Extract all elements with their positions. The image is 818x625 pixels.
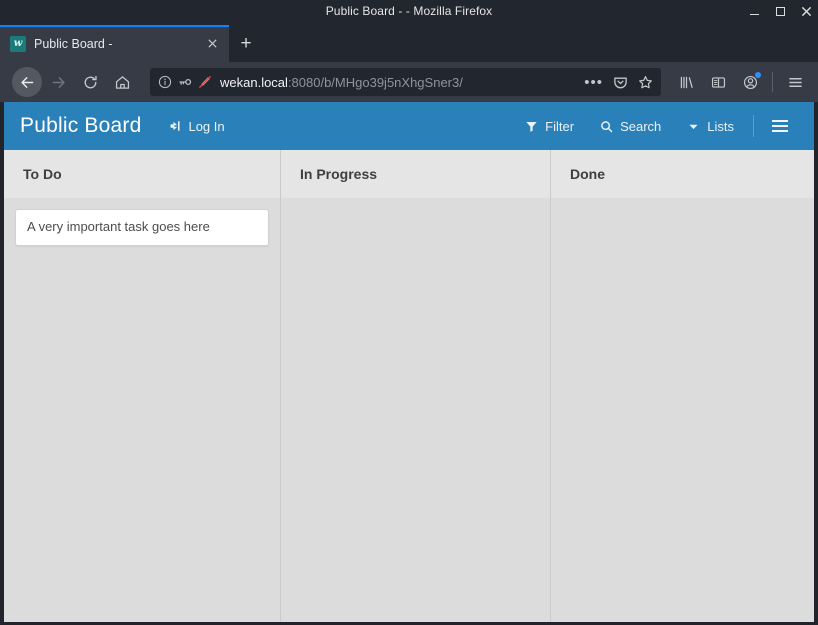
close-icon [801, 6, 812, 17]
board-title: Public Board [20, 114, 141, 138]
identity-info-icon[interactable] [158, 75, 172, 89]
pocket-icon [613, 75, 628, 90]
key-icon [178, 75, 192, 89]
list-title: To Do [23, 166, 62, 182]
window-minimize-button[interactable] [748, 5, 760, 17]
star-icon [638, 75, 653, 90]
wekan-favicon: w [10, 36, 26, 52]
list-cards[interactable]: A very important task goes here [4, 198, 280, 622]
list-cards[interactable] [281, 198, 550, 622]
chevron-down-icon [687, 120, 700, 133]
board-list-done[interactable]: Done [551, 150, 814, 622]
forward-button[interactable] [42, 66, 74, 98]
bookmark-button[interactable] [638, 75, 653, 90]
search-label: Search [620, 119, 661, 134]
url-path: :8080/b/MHgo39j5nXhgSner3/ [288, 75, 463, 90]
list-header[interactable]: In Progress [281, 150, 550, 198]
wekan-header-actions: Filter Search Lists [512, 115, 800, 137]
browser-tabbar: w Public Board - + [0, 22, 818, 62]
account-button[interactable] [735, 67, 765, 97]
home-icon [114, 74, 131, 91]
search-icon [600, 120, 613, 133]
browser-navbar: wekan.local:8080/b/MHgo39j5nXhgSner3/ ••… [0, 62, 818, 102]
list-title: Done [570, 166, 605, 182]
board-menu-button[interactable] [760, 120, 800, 132]
list-header[interactable]: To Do [4, 150, 280, 198]
tracking-protection-icon[interactable] [198, 75, 212, 89]
url-host: wekan.local [220, 75, 288, 90]
library-icon [678, 74, 695, 91]
filter-icon [525, 120, 538, 133]
list-header[interactable]: Done [551, 150, 814, 198]
sidebar-button[interactable] [703, 67, 733, 97]
list-cards[interactable] [551, 198, 814, 622]
reload-icon [82, 74, 99, 91]
filter-button[interactable]: Filter [512, 119, 587, 134]
window-titlebar: Public Board - - Mozilla Firefox [0, 0, 818, 22]
header-separator [753, 115, 754, 137]
info-circle-icon [158, 75, 172, 89]
lists-button[interactable]: Lists [674, 119, 747, 134]
library-button[interactable] [671, 67, 701, 97]
browser-toolbar-right [671, 67, 810, 97]
wekan-board-header: Public Board Log In Filter Searc [4, 102, 814, 150]
sign-in-icon [167, 119, 181, 133]
page-actions-button[interactable]: ••• [584, 75, 603, 90]
account-notification-badge [755, 72, 761, 78]
window-title: Public Board - - Mozilla Firefox [326, 4, 493, 18]
close-icon [207, 38, 218, 49]
reload-button[interactable] [74, 66, 106, 98]
hamburger-menu-icon [772, 120, 788, 122]
window-close-button[interactable] [800, 5, 812, 17]
tab-close-button[interactable] [203, 35, 221, 53]
login-label: Log In [188, 119, 224, 134]
browser-menu-button[interactable] [780, 67, 810, 97]
search-button[interactable]: Search [587, 119, 674, 134]
browser-tab-active[interactable]: w Public Board - [0, 25, 229, 62]
back-button[interactable] [12, 67, 42, 97]
lists-label: Lists [707, 119, 734, 134]
login-button[interactable]: Log In [167, 119, 224, 134]
arrow-right-icon [50, 74, 67, 91]
new-tab-button[interactable]: + [229, 25, 263, 62]
url-text[interactable]: wekan.local:8080/b/MHgo39j5nXhgSner3/ [220, 75, 578, 90]
permissions-key-icon[interactable] [178, 75, 192, 89]
url-bar[interactable]: wekan.local:8080/b/MHgo39j5nXhgSner3/ ••… [150, 68, 661, 96]
board-list-in-progress[interactable]: In Progress [281, 150, 551, 622]
tab-title: Public Board - [34, 37, 195, 51]
filter-label: Filter [545, 119, 574, 134]
wekan-app: Public Board Log In Filter Searc [0, 102, 818, 625]
list-title: In Progress [300, 166, 377, 182]
toolbar-separator [772, 72, 773, 92]
arrow-left-icon [19, 74, 36, 91]
board-list-todo[interactable]: To Do A very important task goes here [4, 150, 281, 622]
wekan-board-canvas: To Do A very important task goes here In… [4, 150, 814, 622]
url-actions: ••• [584, 75, 653, 90]
card[interactable]: A very important task goes here [15, 209, 269, 246]
pencil-slash-icon [198, 75, 212, 89]
window-maximize-button[interactable] [774, 5, 786, 17]
hamburger-menu-icon [787, 74, 804, 91]
pocket-button[interactable] [613, 75, 628, 90]
home-button[interactable] [106, 66, 138, 98]
window-controls [748, 0, 812, 22]
sidebar-icon [710, 74, 727, 91]
